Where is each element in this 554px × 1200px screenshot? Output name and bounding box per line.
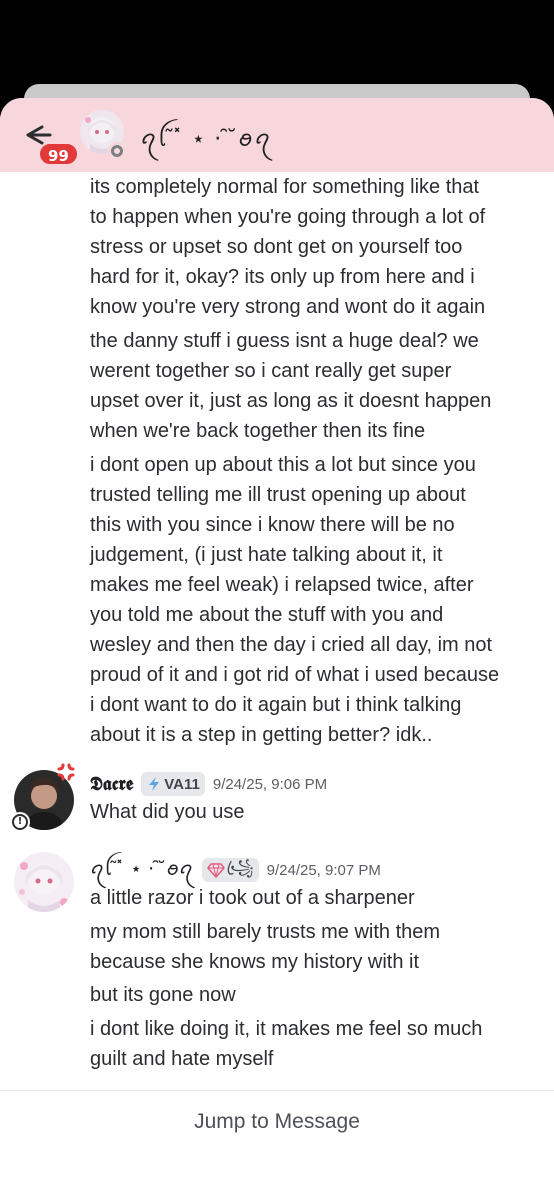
message-line: judgement, (i just hate talking about it… (90, 544, 443, 566)
message-line: this with you since i know there will be… (90, 514, 455, 536)
message-line: you told me about the stuff with you and (90, 604, 444, 626)
message-line: makes me feel weak) i relapsed twice, af… (90, 574, 474, 596)
jump-to-message-button[interactable]: Jump to Message (0, 1091, 554, 1161)
channel-header: 99 ꪖꪶ ̃ ̽ ⋆ · ̑ ̆ꪮꪖ (0, 98, 554, 172)
guild-tag-label: ꧁ꦿ (226, 858, 254, 876)
message-line: guilt and hate myself (90, 1048, 274, 1070)
message-line: wesley and then the day i cried all day,… (90, 634, 493, 656)
message-line: when we're back together then its fine (90, 420, 426, 442)
message-line: know you're very strong and wont do it a… (90, 296, 486, 318)
message-line: but its gone now (90, 984, 236, 1006)
guild-tag[interactable]: VA11 (141, 772, 205, 796)
message-line: because she knows my history with it (90, 951, 420, 973)
guild-tag-label: VA11 (164, 775, 200, 793)
message-line: hard for it, okay? its only up from here… (90, 266, 475, 288)
message-line: trusted telling me ill trust opening up … (90, 484, 466, 506)
message-line: my mom still barely trusts me with them (90, 921, 441, 943)
gem-icon (206, 863, 225, 878)
message-header-dacre: 𝕯𝖆𝖈𝖗𝖊 VA11 9/24/25, 9:06 PM (90, 769, 327, 799)
message-line: stress or upset so dont get on yourself … (90, 236, 463, 258)
author-name[interactable]: 𝕯𝖆𝖈𝖗𝖊 (90, 773, 133, 795)
channel-name: ꪖꪶ ̃ ̽ ⋆ · ̑ ̆ꪮꪖ (140, 127, 272, 152)
user-avatar-second[interactable] (14, 852, 74, 912)
message-line: i dont like doing it, it makes me feel s… (90, 1018, 483, 1040)
message-line: its completely normal for something like… (90, 176, 480, 198)
message-line: werent together so i cant really get sup… (90, 360, 452, 382)
unread-badge: 99 (38, 142, 79, 166)
message-line: the danny stuff i guess isnt a huge deal… (90, 330, 479, 352)
timestamp: 9/24/25, 9:06 PM (212, 775, 328, 793)
message-line: proud of it and i got rid of what i used… (90, 664, 500, 686)
timestamp: 9/24/25, 9:07 PM (266, 861, 381, 879)
lightning-icon (149, 777, 160, 791)
message-line: to happen when you're going through a lo… (90, 206, 486, 228)
message-line: What did you use (90, 801, 245, 823)
status-indicator (10, 812, 30, 832)
status-indicator (108, 142, 126, 160)
anger-symbol-icon (57, 763, 75, 781)
message-line: upset over it, just as long as it doesnt… (90, 390, 492, 412)
message-line: about it is a step in getting better? id… (90, 724, 433, 746)
message-sheet: 99 ꪖꪶ ̃ ̽ ⋆ · ̑ ̆ꪮꪖ its completely norma… (0, 98, 554, 1200)
message-line: a little razor i took out of a sharpener (90, 887, 415, 909)
message-line: i dont want to do it again but i think t… (90, 694, 462, 716)
message-line: i dont open up about this a lot but sinc… (90, 454, 476, 476)
message-header-second: ꪖꪶ ̃ ̽ ⋆ · ̑ ̆ꪮꪖ ꧁ꦿ 9/24/25, 9:07 PM (90, 855, 381, 885)
guild-tag[interactable]: ꧁ꦿ (201, 858, 259, 882)
